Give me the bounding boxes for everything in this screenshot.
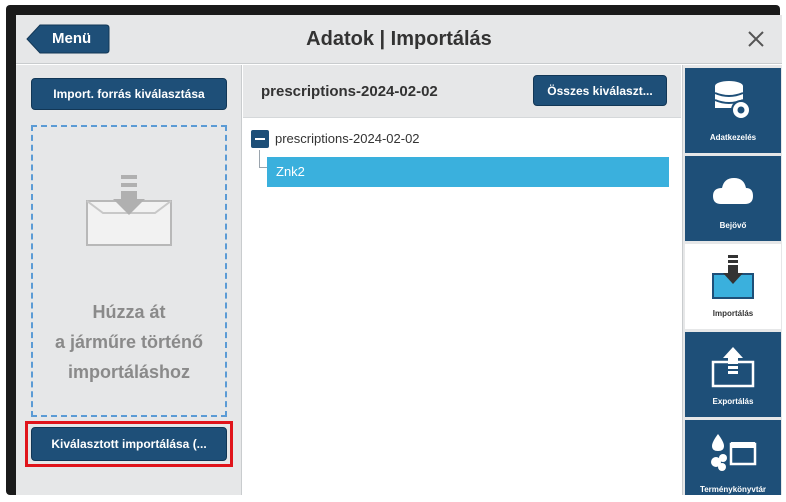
folder-title: prescriptions-2024-02-02 [261,83,438,100]
import-icon [712,255,754,299]
header-bar: Menü Adatok | Importálás [16,15,782,64]
sidebar-item-import[interactable]: Importálás [685,244,781,329]
drop-text-line: Húzza át [92,302,166,322]
sidebar-item-crop-library[interactable]: Terménykönyvtár [685,420,781,495]
import-selected-button[interactable]: Kiválasztott importálása (... [31,427,227,461]
sidebar-label: Terménykönyvtár [699,485,767,494]
sidebar-label: Exportálás [712,397,754,406]
file-browser: prescriptions-2024-02-02 Összes kiválasz… [243,65,681,495]
tree-connector [259,150,267,168]
crop-library-icon [711,434,757,471]
screen: Menü Adatok | Importálás Import. forrás … [16,15,782,495]
sidebar-label: Bejövő [719,221,747,230]
select-all-button[interactable]: Összes kiválaszt... [533,75,667,106]
import-source-button[interactable]: Import. forrás kiválasztása [31,78,227,110]
tree-child-node[interactable]: Znk2 [267,157,669,187]
tree-root-label: prescriptions-2024-02-02 [275,131,420,146]
drop-text-line: a járműre történő [54,332,204,352]
sidebar-label: Importálás [712,309,754,318]
drop-zone[interactable]: Húzza át a járműre történő importáláshoz [31,125,227,417]
close-icon[interactable] [741,24,771,54]
left-panel: Import. forrás kiválasztása Húzza át a j… [16,65,242,495]
data-management-icon [714,81,751,120]
sidebar: Adatkezelés Bejövő Importálás Exportálás… [682,65,782,495]
sidebar-item-data-management[interactable]: Adatkezelés [685,68,781,153]
drop-instructions: Húzza át a járműre történő importáláshoz [33,297,225,387]
sidebar-item-export[interactable]: Exportálás [685,332,781,417]
cloud-icon [713,178,753,204]
drop-text-line: importáláshoz [67,362,191,382]
export-icon [711,347,755,388]
browser-header: prescriptions-2024-02-02 Összes kiválasz… [243,65,681,118]
sidebar-label: Adatkezelés [709,133,757,142]
drop-import-icon [86,175,172,246]
tree-child-label: Znk2 [276,164,305,179]
sidebar-item-incoming[interactable]: Bejövő [685,156,781,241]
device-frame: Menü Adatok | Importálás Import. forrás … [6,5,782,495]
page-title: Adatok | Importálás [306,28,492,50]
collapse-icon[interactable] [251,130,269,148]
